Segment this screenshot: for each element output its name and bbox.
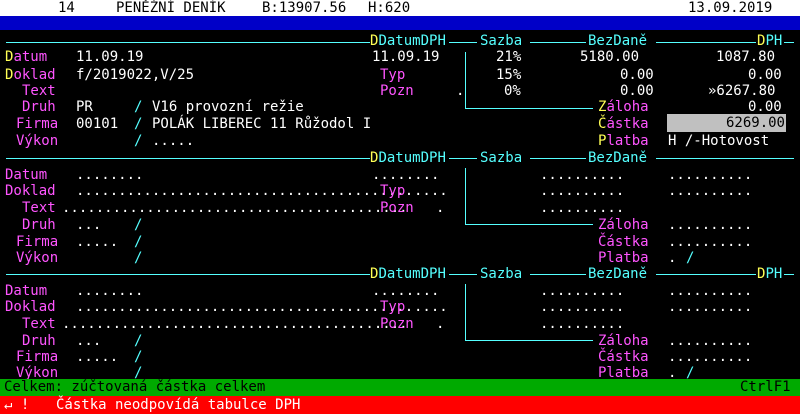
label-firma-1: Firma <box>16 116 59 132</box>
section3-top-line <box>6 274 370 275</box>
dph-1-0[interactable]: 1087.80 <box>716 48 775 66</box>
druh-slash-2: / <box>134 217 143 233</box>
firma-text-1[interactable]: POLÁK LIBEREC 11 Růžodol I <box>152 115 371 133</box>
dph-dots-3-1[interactable]: .......... <box>668 298 752 316</box>
zaloha-dots-2[interactable]: .......... <box>668 216 752 234</box>
doklad-dots-3[interactable]: ........................................ <box>76 298 413 316</box>
line-seg <box>449 274 477 275</box>
vline-2 <box>465 168 466 224</box>
page-title: PENĚŽNÍ DENÍK <box>116 0 226 16</box>
label-vykon-2: Výkon <box>16 250 59 266</box>
sazba-1-0: 21% <box>496 49 522 65</box>
druh-text-1[interactable]: V16 provozní režie <box>152 98 304 116</box>
line-seg <box>656 158 794 159</box>
doklad-value-1[interactable]: f/2019022,V/25 <box>76 66 194 84</box>
label-typ-2: Typ <box>380 183 406 199</box>
label-text-2: Text <box>22 200 56 216</box>
bez-dots-2-2[interactable]: .......... <box>540 199 624 217</box>
line-seg <box>449 158 477 159</box>
label-castka-1: Částka <box>598 116 649 132</box>
label-pozn-1: Pozn <box>380 83 414 99</box>
vline-3 <box>465 284 466 340</box>
label-datum-1: Datum <box>5 49 48 65</box>
label-pozn-3: Pozn <box>380 316 414 332</box>
platba-dot-2[interactable]: . <box>668 249 676 267</box>
druh-dots-2[interactable]: ... <box>76 216 101 234</box>
pozn-dots-2[interactable]: . <box>436 199 444 217</box>
typ-dots-2[interactable]: .... <box>414 182 448 200</box>
doklad-dots-2[interactable]: ........................................ <box>76 182 413 200</box>
section2-top-line <box>6 158 370 159</box>
line-seg <box>784 42 794 43</box>
typ-dots-3[interactable]: .... <box>414 298 448 316</box>
bez-dots-3-2[interactable]: .......... <box>540 315 624 333</box>
balance-label: B:13907.56 <box>262 0 347 16</box>
col-bezdane-3: BezDaně <box>588 266 648 282</box>
label-doklad-3: Doklad <box>5 299 56 315</box>
col-sazba-3: Sazba <box>480 266 523 282</box>
platba-slash-2: / <box>686 250 695 266</box>
label-zaloha-1: Záloha <box>598 99 649 115</box>
firma-dots-2[interactable]: ..... <box>76 233 118 251</box>
col-sazba-2: Sazba <box>480 150 523 166</box>
zaloha-line-2 <box>465 224 593 225</box>
bez-dots-3-1[interactable]: .......... <box>540 298 624 316</box>
label-vykon-1: Výkon <box>16 133 59 149</box>
label-zaloha-2: Záloha <box>598 217 649 233</box>
castka-dots-2[interactable]: .......... <box>668 233 752 251</box>
blue-separator <box>0 16 800 30</box>
line-seg <box>784 274 794 275</box>
error-message: Částka neodpovídá tabulce DPH <box>56 397 301 413</box>
bez-1-0[interactable]: 5180.00 <box>580 48 639 66</box>
zaloha-line-3 <box>465 340 593 341</box>
druh-code-1[interactable]: PR <box>76 98 93 116</box>
firma-dots-3[interactable]: ..... <box>76 348 118 366</box>
zaloha-line-1 <box>465 108 593 109</box>
label-druh-2: Druh <box>22 217 56 233</box>
line-seg <box>530 158 586 159</box>
label-pozn-2: Pozn <box>380 200 414 216</box>
section1-top-line <box>6 42 370 43</box>
bez-dots-2-1[interactable]: .......... <box>540 182 624 200</box>
line-seg <box>656 274 756 275</box>
col-datumdph-3: DDatumDPH <box>370 266 446 282</box>
error-icon: ↵ ! <box>4 397 30 413</box>
line-seg <box>449 42 477 43</box>
dph-dots-2-1[interactable]: .......... <box>668 182 752 200</box>
vykon-text-1[interactable]: ..... <box>152 132 194 150</box>
line-seg <box>530 274 586 275</box>
pozn-dots-3[interactable]: . <box>436 315 444 333</box>
platba-value-1[interactable]: H /-Hotovost <box>668 132 769 150</box>
col-datumdph-2: DDatumDPH <box>370 150 446 166</box>
firma-code-1[interactable]: 00101 <box>76 115 118 133</box>
firma-slash-1: / <box>134 116 143 132</box>
col-dph-3: DPH <box>757 266 783 282</box>
label-doklad-2: Doklad <box>5 183 56 199</box>
status-text: Celkem: zúčtovaná částka celkem <box>4 379 266 395</box>
label-typ-3: Typ <box>380 299 406 315</box>
vline-1 <box>465 52 466 108</box>
castka-dots-3[interactable]: .......... <box>668 348 752 366</box>
sazba-1-2: 0% <box>504 83 521 99</box>
label-platba-1: Platba <box>598 133 649 149</box>
label-text-3: Text <box>22 316 56 332</box>
col-bezdane-2: BezDaně <box>588 150 648 166</box>
line-seg <box>656 42 756 43</box>
datumdph-value-1[interactable]: 11.09.19 <box>372 48 439 66</box>
header-date: 13.09.2019 <box>688 0 773 16</box>
h-label: H:620 <box>368 0 411 16</box>
text-dots-2[interactable]: ........................................… <box>62 199 408 217</box>
label-druh-1: Druh <box>22 99 56 115</box>
datum-value-1[interactable]: 11.09.19 <box>76 48 143 66</box>
line-seg <box>530 42 586 43</box>
journal-number: 14 <box>58 0 75 16</box>
text-dots-3[interactable]: ........................................… <box>62 315 408 333</box>
pozn-dot-1[interactable]: . <box>456 82 464 100</box>
vykon-slash-2: / <box>134 250 143 266</box>
vykon-slash-1: / <box>134 133 143 149</box>
castka-input-1[interactable]: 6269.00 <box>667 114 786 132</box>
druh-slash-1: / <box>134 99 143 115</box>
status-shortcut[interactable]: CtrlF1 <box>740 378 791 396</box>
